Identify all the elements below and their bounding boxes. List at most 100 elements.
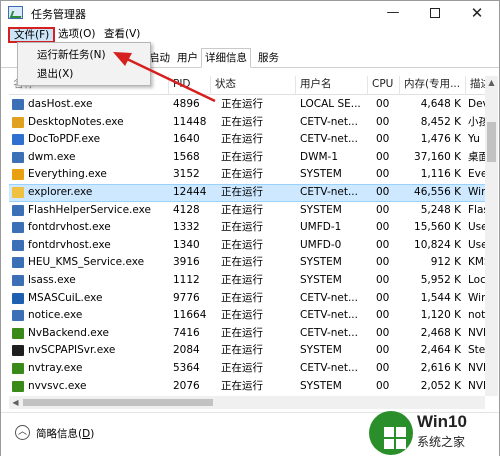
table-row[interactable]: dasHost.exe 4896 正在运行 LOCAL SE... 00 4,648 K D… — [9, 96, 485, 114]
process-cpu: 00 — [376, 309, 390, 322]
process-cpu: 00 — [376, 203, 390, 216]
process-memory: 2,464 K — [420, 344, 461, 357]
doc-icon — [12, 134, 24, 146]
close-button[interactable]: ✕ — [457, 1, 497, 26]
table-row[interactable]: nvvsvc.exe 2076 正在运行 SYSTEM 00 2,052 K NVI — [9, 378, 485, 394]
process-pid: 2084 — [173, 344, 200, 357]
process-cpu: 00 — [376, 221, 390, 234]
process-pid: 11448 — [173, 115, 207, 128]
process-pid: 12444 — [173, 186, 207, 198]
table-row[interactable]: MSASCuiL.exe 9776 正在运行 CETV-net... 00 1,544 K… — [9, 290, 485, 308]
table-row[interactable]: DocToPDF.exe 1640 正在运行 CETV-net... 00 1,476 K… — [9, 131, 485, 149]
column-header-cpu[interactable]: CPU — [368, 76, 400, 95]
process-description: NVI — [468, 362, 485, 374]
task-manager-icon — [8, 6, 23, 19]
process-name: DesktopNotes.exe — [28, 115, 124, 128]
process-name: dwm.exe — [28, 150, 76, 163]
column-header-memory[interactable]: 内存(专用... — [400, 76, 466, 95]
process-pid: 9776 — [173, 291, 200, 304]
process-status: 正在运行 — [221, 326, 263, 339]
column-header-description[interactable]: 描述 — [466, 76, 485, 95]
process-status: 正在运行 — [221, 203, 263, 216]
process-pid: 2076 — [173, 379, 200, 392]
column-header-username[interactable]: 用户名 — [296, 76, 368, 95]
vertical-scroll-thumb[interactable] — [487, 122, 496, 162]
table-row[interactable]: HEU_KMS_Service.exe 3916 正在运行 SYSTEM 00 912 K… — [9, 254, 485, 272]
process-pid: 1640 — [173, 133, 200, 146]
process-description: Ster — [468, 344, 485, 357]
process-username: CETV-net... — [300, 133, 358, 146]
table-row[interactable]: lsass.exe 1112 正在运行 SYSTEM 00 5,952 K Loc — [9, 272, 485, 290]
process-pid: 4896 — [173, 98, 200, 110]
nvidia-icon — [12, 345, 24, 357]
process-description: Flas — [468, 203, 485, 216]
table-row-selected[interactable]: explorer.exe 12444 正在运行 CETV-net... 00 46,556… — [9, 184, 485, 202]
process-cpu: 00 — [376, 362, 390, 374]
process-username: CETV-net... — [300, 115, 358, 128]
process-name: DocToPDF.exe — [28, 133, 101, 146]
minimize-button[interactable]: — — [373, 1, 413, 26]
column-header-status[interactable]: 状态 — [211, 76, 296, 95]
process-status: 正在运行 — [221, 168, 263, 181]
process-pid: 11664 — [173, 309, 207, 322]
table-row[interactable]: FlashHelperService.exe 4128 正在运行 SYSTEM 00 5,… — [9, 202, 485, 220]
table-row[interactable]: DesktopNotes.exe 11448 正在运行 CETV-net... 00 8,… — [9, 114, 485, 132]
menu-item-exit[interactable]: 退出(X) — [18, 65, 150, 83]
process-memory: 8,452 K — [420, 115, 461, 128]
process-description: notic — [468, 309, 485, 322]
window-icon — [12, 257, 24, 269]
maximize-button[interactable] — [415, 1, 455, 26]
task-manager-window: 任务管理器 — ✕ 文件(F) 选项(O) 查看(V) 启动 用户 详细信息 服… — [0, 0, 500, 456]
process-username: SYSTEM — [300, 168, 342, 181]
process-memory: 1,120 K — [420, 309, 461, 322]
menu-view[interactable]: 查看(V) — [100, 27, 144, 43]
table-row[interactable]: dwm.exe 1568 正在运行 DWM-1 00 37,160 K 桌面 — [9, 149, 485, 167]
table-row[interactable]: nvSCPAPISvr.exe 2084 正在运行 SYSTEM 00 2,464 K St… — [9, 342, 485, 360]
table-row[interactable]: fontdrvhost.exe 1332 正在运行 UMFD-1 00 15,560 K U… — [9, 219, 485, 237]
process-memory: 10,824 K — [414, 238, 461, 251]
title-bar[interactable]: 任务管理器 — ✕ — [1, 1, 499, 26]
table-row[interactable]: notice.exe 11664 正在运行 CETV-net... 00 1,120 K n… — [9, 307, 485, 325]
process-memory: 2,468 K — [420, 326, 461, 339]
horizontal-scroll-thumb[interactable] — [23, 399, 213, 406]
tab-users[interactable]: 用户 — [173, 48, 202, 68]
chevron-up-icon[interactable]: ︿ — [15, 425, 30, 440]
process-status: 正在运行 — [221, 274, 263, 286]
menu-item-run-new-task[interactable]: 运行新任务(N) — [18, 46, 150, 64]
process-description: 桌面 — [468, 150, 485, 163]
process-cpu: 00 — [376, 326, 390, 339]
process-status: 正在运行 — [221, 115, 263, 128]
column-header-pid[interactable]: PID — [169, 76, 211, 95]
menu-file[interactable]: 文件(F) — [8, 27, 56, 43]
process-name: HEU_KMS_Service.exe — [28, 256, 145, 269]
process-username: CETV-net... — [300, 186, 358, 198]
watermark-title: Win10 — [417, 412, 467, 431]
process-description: Use — [468, 238, 485, 251]
fewer-details-button[interactable]: 简略信息(D) — [36, 426, 94, 441]
watermark-circle — [369, 411, 413, 455]
nvidia-icon — [12, 363, 24, 374]
menu-options[interactable]: 选项(O) — [54, 27, 99, 43]
process-pid: 4128 — [173, 203, 200, 216]
process-memory: 2,616 K — [420, 362, 461, 374]
process-username: SYSTEM — [300, 256, 342, 269]
table-row[interactable]: Everything.exe 3152 正在运行 SYSTEM 00 1,116 K Eve… — [9, 166, 485, 184]
process-status: 正在运行 — [221, 238, 263, 251]
scroll-left-arrow-icon[interactable]: ◀ — [9, 396, 22, 409]
window-icon — [12, 222, 24, 234]
scroll-up-arrow-icon[interactable]: ▲ — [485, 76, 498, 89]
table-row[interactable]: NvBackend.exe 7416 正在运行 CETV-net... 00 2,468 … — [9, 325, 485, 343]
process-name: nvvsvc.exe — [28, 379, 87, 392]
vertical-scrollbar[interactable]: ▲ — [485, 76, 498, 396]
process-description: KMS — [468, 256, 485, 269]
process-pid: 3152 — [173, 168, 200, 181]
window-icon — [12, 275, 24, 286]
table-row[interactable]: nvtray.exe 5364 正在运行 CETV-net... 00 2,616 K NV… — [9, 360, 485, 378]
table-row[interactable]: fontdrvhost.exe 1340 正在运行 UMFD-0 00 10,824 K U… — [9, 237, 485, 255]
watermark-subtitle: 系统之家 — [417, 435, 466, 449]
process-memory: 2,052 K — [420, 379, 461, 392]
tab-details[interactable]: 详细信息 — [201, 48, 251, 68]
tab-services[interactable]: 服务 — [254, 48, 283, 68]
nvidia-icon — [12, 380, 24, 392]
process-status: 正在运行 — [221, 309, 263, 322]
